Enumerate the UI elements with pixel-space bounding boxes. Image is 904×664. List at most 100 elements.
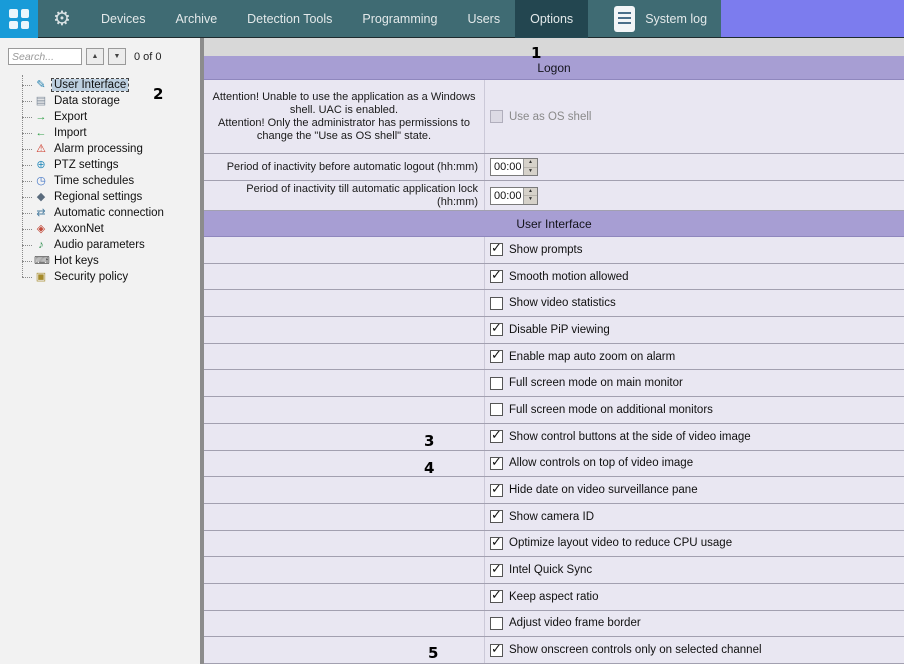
sidebar-item-data-storage[interactable]: ▤ Data storage: [22, 93, 200, 109]
audio-parameters-icon: ♪: [34, 238, 48, 252]
checkbox-smooth-motion[interactable]: [490, 270, 503, 283]
ptz-settings-icon: ⊕: [34, 158, 48, 172]
option-row-spacer: [204, 397, 485, 423]
option-row-control-buttons-side: Show control buttons at the side of vide…: [204, 424, 904, 451]
option-label: Hide date on video surveillance pane: [509, 484, 698, 496]
option-row-spacer: [204, 557, 485, 583]
checkbox-map-auto-zoom[interactable]: [490, 350, 503, 363]
option-row-video-statistics: Show video statistics: [204, 290, 904, 317]
checkbox-show-camera-id[interactable]: [490, 510, 503, 523]
time-schedules-icon: ◷: [34, 174, 48, 188]
sidebar-item-user-interface[interactable]: ✎ User Interface: [22, 77, 200, 93]
option-row-onscreen-controls-selected: Show onscreen controls only on selected …: [204, 637, 904, 664]
option-row-intel-quick-sync: Intel Quick Sync: [204, 557, 904, 584]
option-row-spacer: [204, 504, 485, 530]
regional-settings-icon: ◆: [34, 190, 48, 204]
export-icon: →: [34, 110, 48, 124]
checkbox-optimize-layout[interactable]: [490, 537, 503, 550]
callout-3: 3: [424, 432, 434, 450]
system-log-icon: [614, 6, 635, 32]
option-label: Show video statistics: [509, 297, 616, 309]
menu-item-devices[interactable]: Devices: [86, 0, 160, 37]
spin-down-icon[interactable]: [524, 167, 537, 176]
sidebar-item-axxonnet[interactable]: ◈ AxxonNet: [22, 221, 200, 237]
menu-item-programming[interactable]: Programming: [347, 0, 452, 37]
spin-down-icon[interactable]: [524, 195, 537, 204]
option-label: Full screen mode on additional monitors: [509, 404, 713, 416]
search-input[interactable]: [8, 48, 82, 65]
option-row-spacer: [204, 317, 485, 343]
sidebar-item-label: AxxonNet: [52, 223, 106, 235]
system-log-label: System log: [645, 12, 707, 26]
menu-item-users[interactable]: Users: [452, 0, 515, 37]
checkbox-onscreen-controls-selected[interactable]: [490, 644, 503, 657]
search-prev-button[interactable]: [86, 48, 104, 65]
sidebar-item-automatic-connection[interactable]: ⇄ Automatic connection: [22, 205, 200, 221]
option-label: Full screen mode on main monitor: [509, 377, 683, 389]
logout-period-input[interactable]: 00:00: [490, 158, 538, 176]
checkbox-show-prompts[interactable]: [490, 243, 503, 256]
lock-period-value[interactable]: 00:00: [491, 188, 523, 204]
option-row-show-camera-id: Show camera ID: [204, 504, 904, 531]
security-policy-icon: ▣: [34, 270, 48, 284]
logout-period-value[interactable]: 00:00: [491, 159, 523, 175]
menu-item-detection-tools[interactable]: Detection Tools: [232, 0, 347, 37]
spin-up-icon[interactable]: [524, 159, 537, 167]
option-row-spacer: [204, 584, 485, 610]
checkbox-disable-pip[interactable]: [490, 323, 503, 336]
settings-gear-button[interactable]: ⚙: [38, 0, 86, 37]
option-label: Keep aspect ratio: [509, 591, 599, 603]
checkbox-controls-on-top[interactable]: [490, 457, 503, 470]
sidebar-item-label: User Interface: [52, 79, 128, 91]
lock-period-label: Period of inactivity till automatic appl…: [204, 181, 485, 210]
logout-period-label: Period of inactivity before automatic lo…: [204, 154, 485, 180]
search-next-button[interactable]: [108, 48, 126, 65]
sidebar-item-label: Export: [52, 111, 89, 123]
sidebar-item-regional-settings[interactable]: ◆ Regional settings: [22, 189, 200, 205]
lock-period-input[interactable]: 00:00: [490, 187, 538, 205]
lock-period-row: Period of inactivity till automatic appl…: [204, 181, 904, 211]
sidebar-item-security-policy[interactable]: ▣ Security policy: [22, 269, 200, 285]
option-row-spacer: [204, 637, 485, 663]
option-label: Show control buttons at the side of vide…: [509, 431, 751, 443]
app-launcher-button[interactable]: [0, 0, 38, 38]
option-row-spacer: [204, 531, 485, 557]
checkbox-intel-quick-sync[interactable]: [490, 564, 503, 577]
option-row-spacer: [204, 264, 485, 290]
system-log-button[interactable]: System log: [588, 0, 721, 37]
option-row-map-auto-zoom: Enable map auto zoom on alarm: [204, 344, 904, 371]
checkbox-keep-aspect-ratio[interactable]: [490, 590, 503, 603]
checkbox-hide-date[interactable]: [490, 484, 503, 497]
checkbox-control-buttons-side[interactable]: [490, 430, 503, 443]
section-header-logon: Logon: [204, 56, 904, 80]
panel-top-strip: [204, 38, 904, 56]
option-row-adjust-frame-border: Adjust video frame border: [204, 611, 904, 638]
callout-4: 4: [424, 459, 434, 477]
sidebar-item-import[interactable]: ← Import: [22, 125, 200, 141]
menu-item-options[interactable]: Options: [515, 0, 588, 37]
toolbar-right-panel: [721, 0, 904, 37]
option-row-spacer: [204, 424, 485, 450]
checkbox-fullscreen-additional[interactable]: [490, 403, 503, 416]
spin-up-icon[interactable]: [524, 188, 537, 196]
option-label: Intel Quick Sync: [509, 564, 592, 576]
sidebar-item-hot-keys[interactable]: ⌨ Hot keys: [22, 253, 200, 269]
sidebar-item-alarm-processing[interactable]: ⚠ Alarm processing: [22, 141, 200, 157]
sidebar-item-export[interactable]: → Export: [22, 109, 200, 125]
sidebar-item-time-schedules[interactable]: ◷ Time schedules: [22, 173, 200, 189]
option-row-fullscreen-main: Full screen mode on main monitor: [204, 370, 904, 397]
option-label: Allow controls on top of video image: [509, 457, 693, 469]
checkbox-adjust-frame-border[interactable]: [490, 617, 503, 630]
option-label: Show onscreen controls only on selected …: [509, 644, 762, 656]
import-icon: ←: [34, 126, 48, 140]
sidebar-item-ptz-settings[interactable]: ⊕ PTZ settings: [22, 157, 200, 173]
menu-item-archive[interactable]: Archive: [160, 0, 232, 37]
top-toolbar: ⚙ Devices Archive Detection Tools Progra…: [0, 0, 904, 38]
checkbox-fullscreen-main[interactable]: [490, 377, 503, 390]
sidebar-item-audio-parameters[interactable]: ♪ Audio parameters: [22, 237, 200, 253]
checkbox-video-statistics[interactable]: [490, 297, 503, 310]
user-interface-icon: ✎: [34, 78, 48, 92]
option-label: Optimize layout video to reduce CPU usag…: [509, 537, 732, 549]
option-row-spacer: [204, 344, 485, 370]
option-row-spacer: [204, 290, 485, 316]
